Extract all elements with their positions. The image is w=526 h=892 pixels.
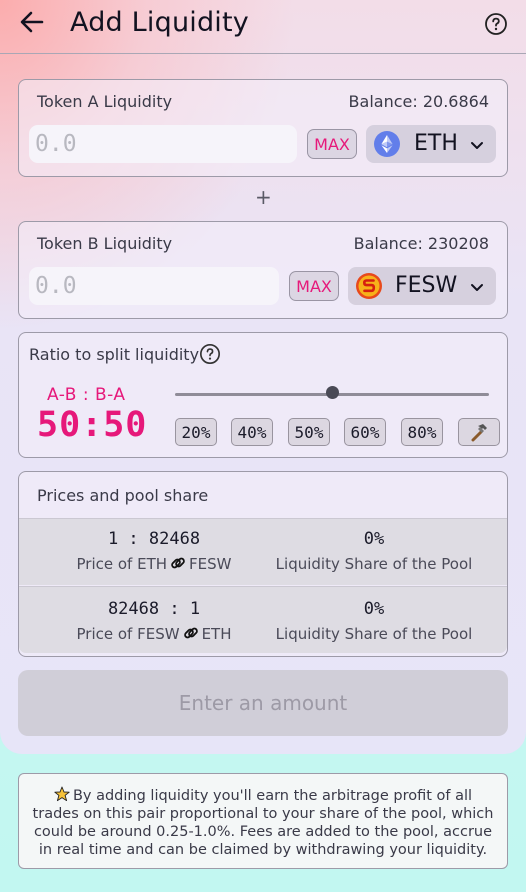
ratio-label: Ratio to split liquidity <box>29 345 200 364</box>
price-row: 1 : 82468 Price of ETH FESW 0% Liquidity … <box>19 518 507 585</box>
token-b-balance: Balance: 230208 <box>353 234 489 253</box>
preset-40-button[interactable]: 40% <box>231 418 273 446</box>
price-row: 82468 : 1 Price of FESW ETH 0% Liquidity … <box>19 586 507 653</box>
info-text-line2: trades on this pair proportional to your… <box>32 806 494 822</box>
token-a-selector[interactable]: ETH <box>366 125 496 163</box>
preset-20-button[interactable]: 20% <box>175 418 217 446</box>
preset-50-button[interactable]: 50% <box>288 418 330 446</box>
pool-share-label: Liquidity Share of the Pool <box>275 625 473 643</box>
hammer-button[interactable] <box>458 418 500 446</box>
price-label: Price of FESW <box>76 625 180 643</box>
preset-60-button[interactable]: 60% <box>344 418 386 446</box>
price-value: 82468 : 1 <box>107 599 201 619</box>
pool-share-value: 0% <box>363 599 385 619</box>
ratio-value: 50:50 <box>37 405 148 445</box>
token-a-symbol: ETH <box>414 131 458 156</box>
enter-amount-button[interactable]: Enter an amount <box>18 670 508 736</box>
link-icon <box>171 557 185 569</box>
ratio-panel: Ratio to split liquidity A-B : B-A 50:50… <box>18 332 508 458</box>
token-b-selector[interactable]: FESW <box>348 267 496 305</box>
price-value: 1 : 82468 <box>107 529 201 549</box>
preset-80-button[interactable]: 80% <box>401 418 443 446</box>
prices-panel: Prices and pool share 1 : 82468 Price of… <box>18 471 508 657</box>
info-text-line1: By adding liquidity you'll earn the arbi… <box>72 788 473 804</box>
feswap-icon <box>356 273 382 299</box>
price-label-token: FESW <box>189 555 232 573</box>
prices-title: Prices and pool share <box>37 486 209 505</box>
info-text-line3: could be around 0.25-1.0%. Fees are adde… <box>33 824 493 840</box>
token-b-label: Token B Liquidity <box>37 234 173 253</box>
help-icon[interactable] <box>484 12 508 36</box>
page-title: Add Liquidity <box>70 7 249 38</box>
hammer-icon <box>471 424 487 442</box>
price-label-token: ETH <box>201 625 232 643</box>
token-b-amount-input[interactable]: 0.0 <box>29 267 279 305</box>
token-b-panel: Token B Liquidity Balance: 230208 0.0 MA… <box>18 221 508 319</box>
pool-share-label: Liquidity Share of the Pool <box>275 555 473 573</box>
pool-share-value: 0% <box>363 529 385 549</box>
ratio-pair-label: A-B : B-A <box>47 385 126 405</box>
token-a-panel: Token A Liquidity Balance: 20.6864 0.0 M… <box>18 79 508 177</box>
chevron-down-icon <box>471 142 483 149</box>
chevron-down-icon <box>471 284 483 291</box>
price-label: Price of ETH <box>76 555 168 573</box>
help-icon[interactable] <box>199 343 221 365</box>
token-b-max-button[interactable]: MAX <box>289 271 339 301</box>
info-box: By adding liquidity you'll earn the arbi… <box>18 773 508 869</box>
link-icon <box>183 627 198 639</box>
token-b-symbol: FESW <box>395 273 458 298</box>
ratio-slider-thumb[interactable] <box>325 386 339 399</box>
star-icon <box>54 786 70 802</box>
ethereum-icon <box>374 131 400 157</box>
header: Add Liquidity <box>0 0 526 54</box>
token-a-balance: Balance: 20.6864 <box>348 92 489 111</box>
plus-sign: + <box>255 185 272 209</box>
token-a-amount-input[interactable]: 0.0 <box>29 125 297 163</box>
token-a-label: Token A Liquidity <box>37 92 173 111</box>
info-text-line4: in real time and can be claimed by withd… <box>38 842 488 858</box>
back-arrow-icon[interactable] <box>18 8 46 36</box>
token-a-max-button[interactable]: MAX <box>307 129 357 159</box>
add-liquidity-card: Add Liquidity Token A Liquidity Balance:… <box>0 0 526 754</box>
